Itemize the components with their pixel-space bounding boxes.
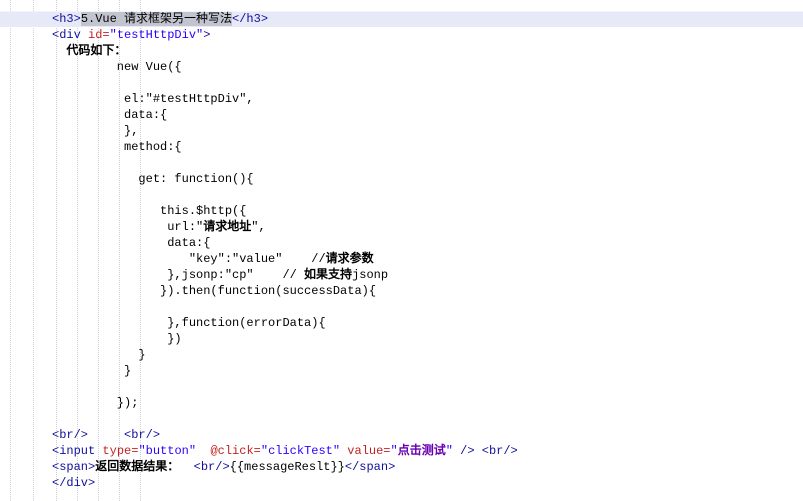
code-token: <input: [52, 444, 103, 458]
code-token: }): [52, 332, 182, 346]
code-line: this.$http({: [52, 203, 803, 219]
code-token: ": [390, 444, 398, 458]
code-line: new Vue({: [52, 59, 803, 75]
code-token: }: [52, 348, 146, 362]
code-token: new Vue({: [52, 60, 182, 74]
code-token: <span>: [52, 460, 96, 474]
code-line: },: [52, 123, 803, 139]
code-token: url:": [52, 220, 204, 234]
code-line: "key":"value" //请求参数: [52, 251, 803, 267]
code-token: <br/>: [481, 444, 518, 458]
code-line: }).then(function(successData){: [52, 283, 803, 299]
code-token: {{messageReslt}}: [229, 460, 345, 474]
code-token: el:"#testHttpDiv",: [52, 92, 254, 106]
code-token: <br/>: [193, 460, 230, 474]
code-token: "key":"value" //: [52, 252, 326, 266]
code-line: get: function(){: [52, 171, 803, 187]
code-line: <div id="testHttpDiv">: [52, 27, 803, 43]
code-token: "clickTest": [260, 444, 341, 458]
code-line: data:{: [52, 235, 803, 251]
code-token: this.$http({: [52, 204, 247, 218]
code-line: <br/> <br/>: [52, 427, 803, 443]
code-line: 代码如下：: [52, 43, 803, 59]
code-token: >: [203, 28, 211, 42]
code-editor[interactable]: <h3>5.Vue 请求框架另一种写法</h3> <div id="testHtt…: [0, 0, 803, 501]
code-token: id=: [88, 28, 110, 42]
code-token: ",: [251, 220, 266, 234]
code-token: },jsonp:"cp" //: [52, 268, 305, 282]
indent-guide: [10, 0, 11, 501]
code-token: 点击测试: [397, 444, 446, 458]
code-token: 请求参数: [325, 252, 374, 266]
code-token: data:{: [52, 108, 168, 122]
code-token: method:{: [52, 140, 182, 154]
code-token: </h3>: [232, 12, 269, 26]
code-token: 如果支持: [304, 268, 353, 282]
code-line: }): [52, 331, 803, 347]
code-token: "button": [138, 444, 197, 458]
code-token: },function(errorData){: [52, 316, 326, 330]
code-line: <input type="button" @click="clickTest" …: [52, 443, 803, 459]
code-token: "testHttpDiv": [109, 28, 204, 42]
code-token: jsonp: [352, 268, 389, 282]
code-token: 代码如下：: [66, 44, 127, 58]
code-text: <h3>5.Vue 请求框架另一种写法</h3> <div id="testHtt…: [52, 11, 803, 491]
code-token: }: [52, 364, 132, 378]
code-token: @click=: [210, 444, 261, 458]
code-line: </div>: [52, 475, 803, 491]
code-token: });: [52, 396, 139, 410]
code-token: get: function(){: [52, 172, 254, 186]
code-line: });: [52, 395, 803, 411]
code-token: </span>: [344, 460, 396, 474]
code-token: data:{: [52, 236, 211, 250]
code-line: method:{: [52, 139, 803, 155]
code-line: el:"#testHttpDiv",: [52, 91, 803, 107]
code-line: }: [52, 347, 803, 363]
code-line: },function(errorData){: [52, 315, 803, 331]
code-line: <span>返回数据结果： <br/>{{messageReslt}}</spa…: [52, 459, 803, 475]
code-token: </div>: [52, 476, 96, 490]
code-token: <br/>: [124, 428, 161, 442]
code-line: <h3>5.Vue 请求框架另一种写法</h3>: [52, 11, 803, 27]
code-token: />: [460, 444, 475, 458]
code-token: <h3>: [52, 12, 81, 26]
code-token: <div: [52, 28, 89, 42]
code-line: url:"请求地址",: [52, 219, 803, 235]
code-token: 请求地址: [203, 220, 252, 234]
code-line: data:{: [52, 107, 803, 123]
text-selection: 5.Vue 请求框架另一种写法: [80, 12, 233, 26]
code-token: value=: [347, 444, 391, 458]
code-token: <br/>: [52, 428, 89, 442]
code-token: type=: [102, 444, 139, 458]
code-token: },: [52, 124, 139, 138]
code-token: }).then(function(successData){: [52, 284, 377, 298]
code-line: }: [52, 363, 803, 379]
code-token: 返回数据结果：: [95, 460, 180, 474]
indent-guide: [33, 0, 34, 501]
code-line: },jsonp:"cp" // 如果支持jsonp: [52, 267, 803, 283]
code-token: ": [445, 444, 453, 458]
